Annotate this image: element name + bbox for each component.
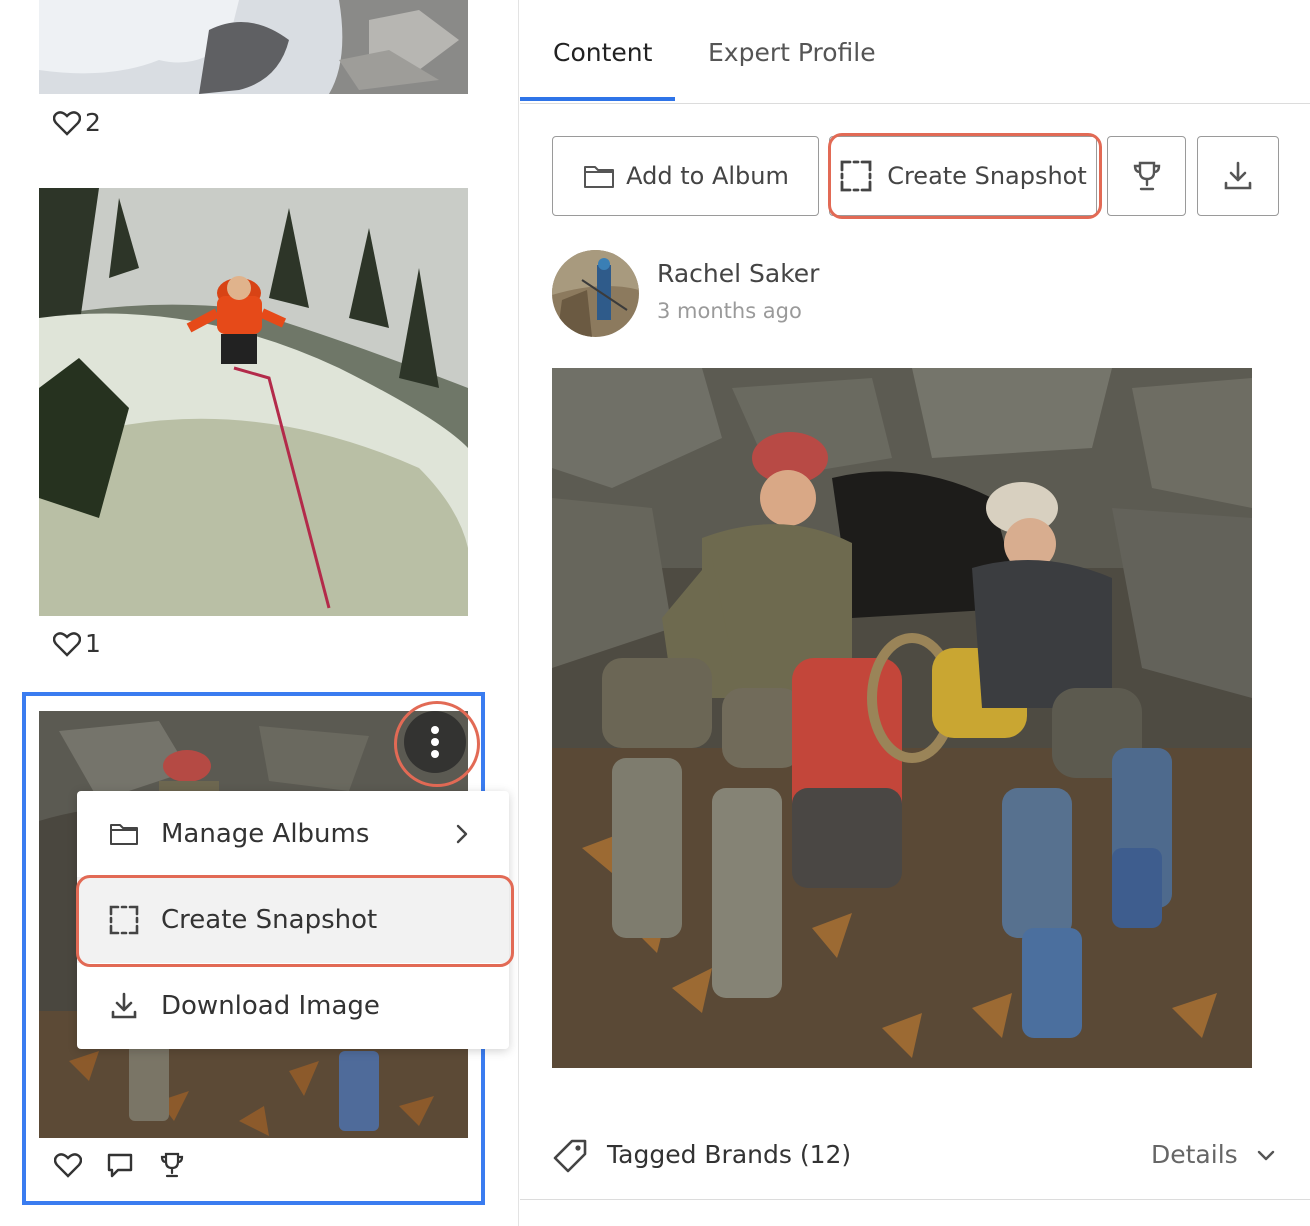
create-snapshot-label: Create Snapshot bbox=[887, 162, 1087, 190]
like-count: 1 bbox=[85, 629, 101, 658]
download-icon bbox=[1224, 161, 1252, 190]
trophy-icon bbox=[160, 1152, 184, 1178]
author-avatar[interactable] bbox=[552, 250, 639, 337]
feed-photo-ice-climber[interactable] bbox=[39, 188, 468, 616]
heart-icon bbox=[54, 1153, 82, 1178]
menu-item-label: Download Image bbox=[161, 991, 380, 1021]
menu-item-manage-albums[interactable]: Manage Albums bbox=[77, 791, 509, 877]
post-timestamp: 3 months ago bbox=[657, 299, 802, 323]
create-snapshot-button[interactable]: Create Snapshot bbox=[829, 136, 1097, 216]
chevron-down-icon[interactable] bbox=[1256, 1146, 1276, 1166]
add-to-album-label: Add to Album bbox=[626, 162, 789, 190]
feed-pane: 2 1 Manage Albums Create Snapshot Downlo… bbox=[0, 0, 518, 1226]
card-actions bbox=[53, 1150, 187, 1180]
menu-item-download-image[interactable]: Download Image bbox=[77, 963, 509, 1049]
more-vertical-icon bbox=[431, 726, 439, 758]
add-to-album-button[interactable]: Add to Album bbox=[552, 136, 819, 216]
tab-expert-profile[interactable]: Expert Profile bbox=[708, 38, 876, 67]
active-tab-indicator bbox=[520, 97, 675, 101]
more-options-button[interactable] bbox=[404, 711, 466, 773]
comment-icon bbox=[107, 1153, 133, 1178]
heart-icon[interactable] bbox=[53, 110, 81, 136]
author-name[interactable]: Rachel Saker bbox=[657, 259, 819, 288]
download-button[interactable] bbox=[1197, 136, 1279, 216]
award-button[interactable] bbox=[157, 1150, 187, 1180]
folder-icon bbox=[582, 159, 616, 193]
like-count-row[interactable]: 1 bbox=[53, 629, 101, 658]
main-photo-cavers[interactable] bbox=[552, 368, 1252, 1068]
heart-icon[interactable] bbox=[53, 631, 81, 657]
menu-item-label: Create Snapshot bbox=[161, 905, 378, 935]
tagged-brands-row[interactable]: Tagged Brands (12) Details bbox=[520, 1120, 1310, 1200]
snapshot-frame-icon bbox=[107, 903, 141, 937]
details-toggle[interactable]: Details bbox=[1151, 1140, 1238, 1169]
detail-tabs: Content Expert Profile bbox=[520, 0, 1310, 104]
like-count: 2 bbox=[85, 108, 101, 137]
context-menu: Manage Albums Create Snapshot Download I… bbox=[77, 791, 509, 1049]
like-button[interactable] bbox=[53, 1150, 83, 1180]
menu-item-label: Manage Albums bbox=[161, 819, 370, 849]
tagged-brands-label: Tagged Brands (12) bbox=[607, 1140, 852, 1169]
feed-photo-snow-rocks[interactable] bbox=[39, 0, 468, 94]
pane-divider bbox=[518, 0, 519, 1226]
chevron-right-icon bbox=[456, 824, 468, 844]
like-count-row[interactable]: 2 bbox=[53, 108, 101, 137]
folder-icon bbox=[107, 817, 141, 851]
comment-button[interactable] bbox=[105, 1150, 135, 1180]
menu-item-create-snapshot[interactable]: Create Snapshot bbox=[77, 877, 509, 963]
snapshot-frame-icon bbox=[839, 159, 873, 193]
award-button[interactable] bbox=[1107, 136, 1186, 216]
tab-content[interactable]: Content bbox=[553, 38, 652, 67]
trophy-icon bbox=[1133, 161, 1160, 191]
tag-icon bbox=[553, 1139, 587, 1173]
download-icon bbox=[107, 989, 141, 1023]
